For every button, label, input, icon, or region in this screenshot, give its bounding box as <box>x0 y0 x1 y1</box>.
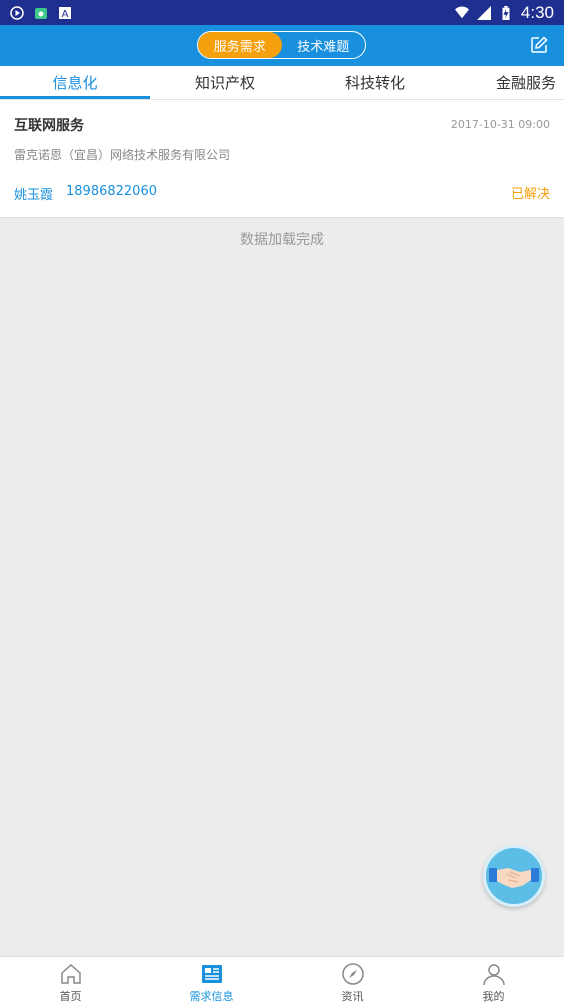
nav-home-label: 首页 <box>59 990 82 1003</box>
edit-icon[interactable] <box>530 36 548 54</box>
segment-control: 服务需求 技术难题 <box>197 31 366 59</box>
category-tabs: 信息化 知识产权 科技转化 金融服务 <box>0 66 564 100</box>
svg-text:A: A <box>62 9 69 20</box>
person-icon <box>482 964 505 986</box>
nav-home[interactable]: 首页 <box>0 957 141 1004</box>
battery-icon <box>502 5 510 20</box>
card-timestamp: 2017-10-31 09:00 <box>450 118 550 131</box>
news-icon <box>201 965 222 983</box>
card-company: 雷克诺恩（宜昌）网络技术服务有限公司 <box>14 148 231 162</box>
nav-mine[interactable]: 我的 <box>423 957 564 1004</box>
nav-news-label: 资讯 <box>341 990 364 1003</box>
store-icon <box>35 7 47 19</box>
tab-intellectual-property[interactable]: 知识产权 <box>150 66 300 99</box>
bottom-navigation: 首页 需求信息 资讯 我的 <box>0 956 564 1004</box>
title-bar: 服务需求 技术难题 <box>0 25 564 66</box>
wifi-icon <box>454 5 469 18</box>
font-icon: A <box>59 6 71 20</box>
card-title: 互联网服务 <box>14 118 84 134</box>
tab-tech-transfer[interactable]: 科技转化 <box>300 66 450 99</box>
clock: 4:30 <box>520 2 554 22</box>
home-icon <box>60 963 81 984</box>
demand-card[interactable]: 互联网服务 2017-10-31 09:00 雷克诺恩（宜昌）网络技术服务有限公… <box>0 100 564 218</box>
nav-demand-info[interactable]: 需求信息 <box>141 957 282 1004</box>
segment-service-demand[interactable]: 服务需求 <box>198 32 282 58</box>
tab-informatization[interactable]: 信息化 <box>0 66 150 99</box>
load-complete-message: 数据加载完成 <box>240 232 324 248</box>
nav-news[interactable]: 资讯 <box>282 957 423 1004</box>
contact-phone[interactable]: 18986822060 <box>66 184 157 199</box>
play-icon <box>10 5 24 20</box>
contact-name: 姚玉霞 <box>14 188 54 203</box>
segment-technical-problem[interactable]: 技术难题 <box>282 32 366 58</box>
handshake-icon <box>489 868 539 888</box>
handshake-button[interactable] <box>483 845 545 907</box>
status-label: 已解决 <box>510 187 550 202</box>
nav-mine-label: 我的 <box>482 990 505 1003</box>
tab-financial-services[interactable]: 金融服务 <box>450 66 564 99</box>
status-bar: A 4:30 <box>0 0 564 25</box>
signal-icon <box>476 5 491 20</box>
nav-demand-info-label: 需求信息 <box>189 990 234 1003</box>
compass-icon <box>341 963 364 985</box>
